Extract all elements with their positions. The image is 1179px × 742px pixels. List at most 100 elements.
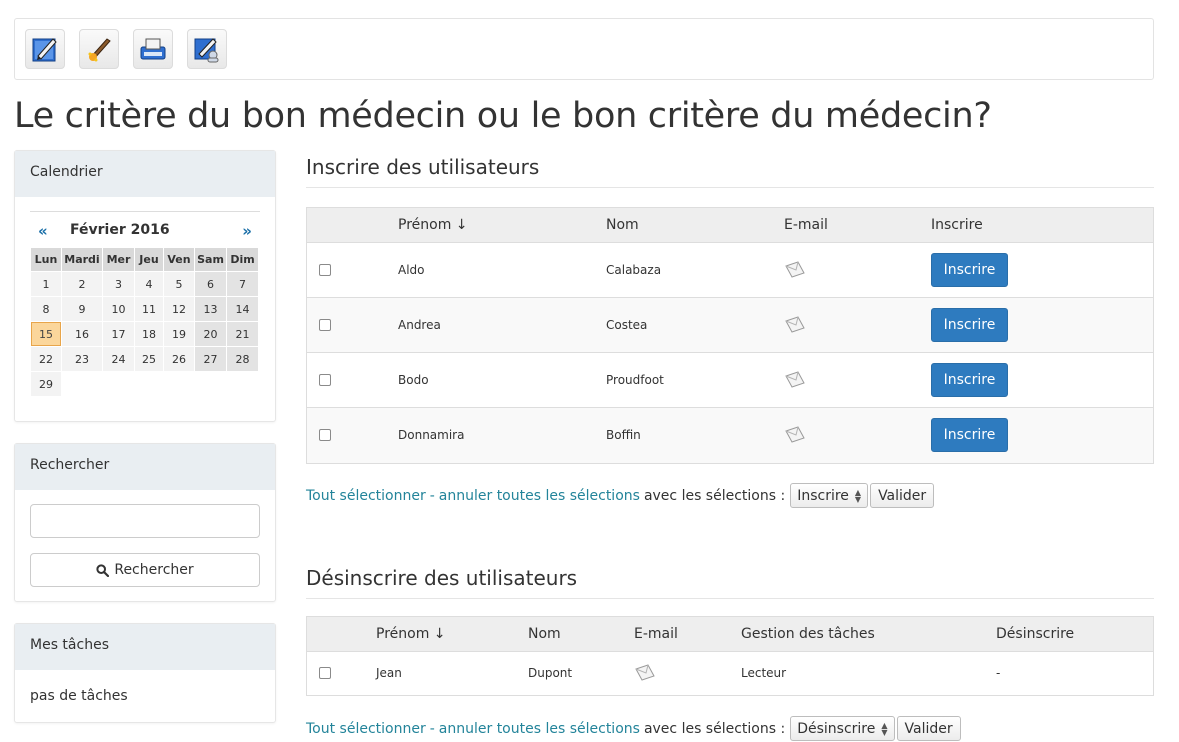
unenrol-rows: Jean Dupont Lecteur - (307, 652, 1153, 695)
email-icon[interactable] (784, 425, 806, 448)
enrol-button[interactable]: Inscrire (931, 253, 1008, 287)
row-unenrol-value: - (996, 666, 1001, 680)
calendar-month: Février 2016 (70, 222, 170, 238)
edit-user-icon[interactable] (187, 29, 227, 69)
enrol-button[interactable]: Inscrire (931, 308, 1008, 342)
column-header-lastname[interactable]: Nom (528, 626, 561, 642)
row-firstname: Aldo (398, 263, 425, 277)
calendar-day[interactable]: 27 (195, 347, 226, 371)
calendar-day[interactable]: 11 (135, 297, 163, 321)
row-lastname: Proudfoot (606, 373, 664, 387)
row-lastname: Costea (606, 318, 648, 332)
unselect-all-link[interactable]: annuler toutes les sélections (439, 488, 640, 504)
calendar-day[interactable]: 16 (62, 322, 102, 346)
calendar-day[interactable]: 9 (62, 297, 102, 321)
row-checkbox[interactable] (319, 429, 331, 441)
column-header-lastname[interactable]: Nom (606, 217, 639, 233)
calendar-day-today[interactable]: 15 (31, 322, 61, 346)
enrol-button[interactable]: Inscrire (931, 418, 1008, 452)
calendar-day[interactable]: 24 (103, 347, 134, 371)
calendar-day[interactable]: 8 (31, 297, 61, 321)
bulk-action-select[interactable]: Inscrire ▲ ▼ (790, 483, 869, 508)
calendar-day[interactable]: 20 (195, 322, 226, 346)
calendar-day[interactable]: 1 (31, 272, 61, 296)
column-header-firstname[interactable]: Prénom ↓ (398, 217, 468, 233)
toolbar (14, 18, 1154, 80)
calendar-day[interactable]: 29 (31, 372, 61, 396)
column-header-enrol: Inscrire (931, 217, 983, 233)
calendar-grid: Lun Mardi Mer Jeu Ven Sam Dim 1 2 3 4 5 … (30, 247, 259, 397)
table-row: Bodo Proudfoot Inscrire (307, 353, 1153, 408)
search-block: Rechercher Rechercher (14, 443, 276, 602)
calendar-day[interactable]: 13 (195, 297, 226, 321)
select-all-link[interactable]: Tout sélectionner (306, 488, 426, 504)
search-icon (96, 563, 110, 577)
enrol-table: Prénom ↓ Nom E-mail Inscrire Aldo Calaba… (306, 207, 1154, 464)
row-firstname: Donnamira (398, 428, 465, 442)
calendar-empty-cell (62, 372, 102, 396)
calendar-day[interactable]: 2 (62, 272, 102, 296)
row-lastname: Calabaza (606, 263, 662, 277)
calendar-day[interactable]: 28 (227, 347, 258, 371)
typewriter-icon[interactable] (133, 29, 173, 69)
calendar-day[interactable]: 18 (135, 322, 163, 346)
calendar-day[interactable]: 10 (103, 297, 134, 321)
email-icon[interactable] (784, 370, 806, 393)
calendar-day-header: Mer (103, 248, 134, 271)
validate-button[interactable]: Valider (870, 483, 935, 508)
enrol-button[interactable]: Inscrire (931, 363, 1008, 397)
row-checkbox[interactable] (319, 374, 331, 386)
unselect-all-link[interactable]: annuler toutes les sélections (439, 721, 640, 737)
calendar-day[interactable]: 25 (135, 347, 163, 371)
next-month-link[interactable]: » (242, 222, 252, 240)
calendar-day[interactable]: 19 (164, 322, 194, 346)
calendar-day-header: Jeu (135, 248, 163, 271)
calendar-day[interactable]: 12 (164, 297, 194, 321)
row-checkbox[interactable] (319, 667, 331, 679)
bulk-action-select-value: Désinscrire (797, 720, 876, 737)
calendar-day[interactable]: 23 (62, 347, 102, 371)
separator: - (429, 487, 435, 504)
unenrol-table: Prénom ↓ Nom E-mail Gestion des tâches D… (306, 616, 1154, 696)
column-header-task-management: Gestion des tâches (741, 626, 875, 642)
calendar-day-header: Sam (195, 248, 226, 271)
brush-icon[interactable] (79, 29, 119, 69)
calendar-day[interactable]: 7 (227, 272, 258, 296)
search-input[interactable] (30, 504, 260, 538)
column-header-unenrol: Désinscrire (996, 626, 1075, 642)
enrol-bulk-actions: Tout sélectionner - annuler toutes les s… (306, 483, 935, 508)
calendar-day[interactable]: 17 (103, 322, 134, 346)
calendar-day[interactable]: 6 (195, 272, 226, 296)
email-icon[interactable] (634, 663, 656, 686)
bulk-action-select[interactable]: Désinscrire ▲ ▼ (790, 716, 895, 741)
column-header-email: E-mail (634, 626, 678, 642)
prev-month-link[interactable]: « (38, 222, 48, 240)
validate-button[interactable]: Valider (896, 716, 961, 741)
calendar-empty-cell (135, 372, 163, 396)
column-header-firstname[interactable]: Prénom ↓ (376, 626, 446, 642)
calendar-day[interactable]: 21 (227, 322, 258, 346)
email-icon[interactable] (784, 315, 806, 338)
calendar-day-header: Ven (164, 248, 194, 271)
unenrol-bulk-actions: Tout sélectionner - annuler toutes les s… (306, 716, 961, 741)
select-all-link[interactable]: Tout sélectionner (306, 721, 426, 737)
email-icon[interactable] (784, 260, 806, 283)
calendar-day[interactable]: 22 (31, 347, 61, 371)
row-checkbox[interactable] (319, 264, 331, 276)
calendar-day[interactable]: 26 (164, 347, 194, 371)
calendar-day[interactable]: 14 (227, 297, 258, 321)
calendar-day[interactable]: 5 (164, 272, 194, 296)
bulk-action-select-value: Inscrire (797, 487, 849, 504)
edit-icon[interactable] (25, 29, 65, 69)
with-selection-label: avec les sélections : (643, 720, 786, 737)
tasks-title: Mes tâches (15, 624, 275, 670)
table-row: Andrea Costea Inscrire (307, 298, 1153, 353)
calendar-day[interactable]: 3 (103, 272, 134, 296)
row-checkbox[interactable] (319, 319, 331, 331)
row-firstname: Andrea (398, 318, 441, 332)
table-row: Aldo Calabaza Inscrire (307, 243, 1153, 298)
search-button[interactable]: Rechercher (30, 553, 260, 587)
unenrol-section-title: Désinscrire des utilisateurs (306, 566, 1154, 599)
calendar-day[interactable]: 4 (135, 272, 163, 296)
row-task-role: Lecteur (741, 666, 787, 680)
